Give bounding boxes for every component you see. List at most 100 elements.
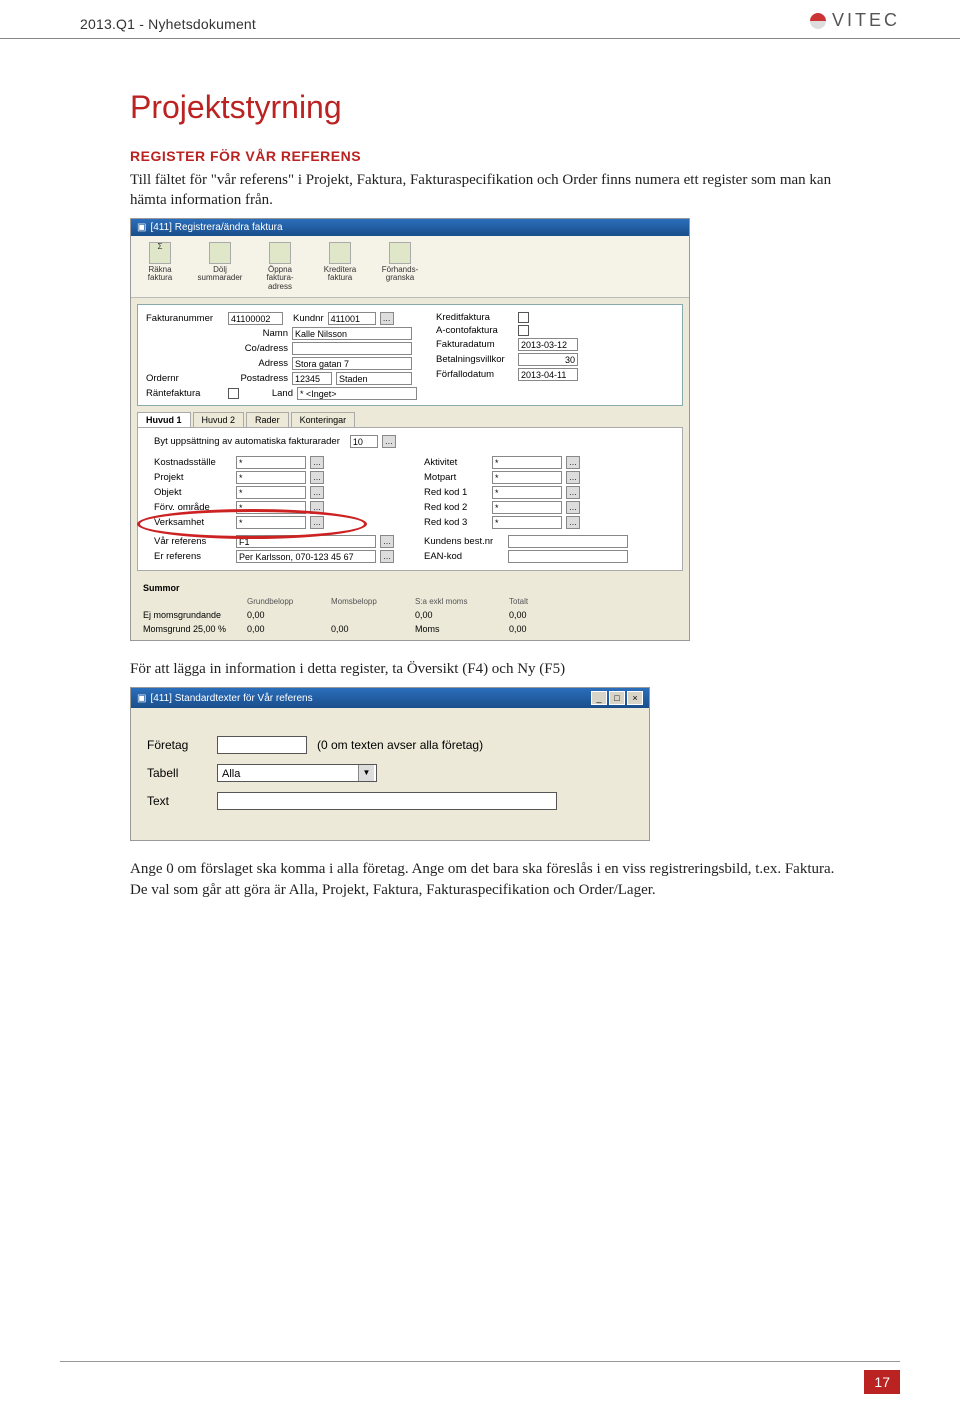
- sigma-icon: Σ: [149, 242, 171, 264]
- label-postadress: Postadress: [228, 373, 288, 384]
- hide-icon: [209, 242, 231, 264]
- label-moms: Moms: [415, 624, 505, 634]
- label-forv-omrade: Förv. område: [154, 502, 232, 513]
- label-projekt: Projekt: [154, 472, 232, 483]
- lookup-button[interactable]: …: [380, 535, 394, 548]
- page-number: 17: [864, 1370, 900, 1394]
- col-grundbelopp: Grundbelopp: [247, 597, 327, 606]
- var-referens-field[interactable]: F1: [236, 535, 376, 548]
- lookup-button[interactable]: …: [566, 501, 580, 514]
- lookup-button[interactable]: …: [310, 471, 324, 484]
- coadress-field[interactable]: [292, 342, 412, 355]
- adress-field[interactable]: Stora gatan 7: [292, 357, 412, 370]
- tab-huvud1[interactable]: Huvud 1: [137, 412, 191, 427]
- window-titlebar: ▣ [411] Standardtexter för Vår referens …: [131, 688, 649, 708]
- col-sa-exkl-moms: S:a exkl moms: [415, 597, 505, 606]
- label-namn: Namn: [228, 328, 288, 339]
- page-content: Projektstyrning REGISTER FÖR VÅR REFEREN…: [0, 39, 960, 928]
- fakturanummer-field[interactable]: 41100002: [228, 312, 283, 325]
- kreditfaktura-checkbox[interactable]: [518, 312, 529, 323]
- logo-icon: [810, 13, 826, 29]
- brand-logo: VITEC: [810, 10, 900, 31]
- land-field[interactable]: * <Inget>: [297, 387, 417, 400]
- subsection-heading: REGISTER FÖR VÅR REFERENS: [130, 148, 850, 164]
- tool-dolj-summarader[interactable]: Döljsummarader: [199, 242, 241, 291]
- open-icon: [269, 242, 291, 264]
- label-aktivitet: Aktivitet: [424, 457, 488, 468]
- screenshot-standardtexter-dialog: ▣ [411] Standardtexter för Vår referens …: [130, 687, 650, 841]
- postnr-field[interactable]: 12345: [292, 372, 332, 385]
- lookup-button[interactable]: …: [382, 435, 396, 448]
- close-button[interactable]: ×: [627, 691, 643, 705]
- lookup-button[interactable]: …: [566, 471, 580, 484]
- lookup-button[interactable]: …: [310, 516, 324, 529]
- label-tabell: Tabell: [147, 766, 207, 780]
- label-rantefaktura: Räntefaktura: [146, 388, 224, 399]
- label-er-referens: Er referens: [154, 551, 232, 562]
- summor-title: Summor: [143, 583, 679, 593]
- betalningsvillkor-field[interactable]: 30: [518, 353, 578, 366]
- tab-strip: Huvud 1 Huvud 2 Rader Konteringar: [137, 412, 683, 427]
- label-objekt: Objekt: [154, 487, 232, 498]
- col-totalt: Totalt: [509, 597, 569, 606]
- er-referens-field[interactable]: Per Karlsson, 070-123 45 67: [236, 550, 376, 563]
- screenshot-invoice-form: ▣ [411] Registrera/ändra faktura ΣRäknaf…: [130, 218, 690, 641]
- namn-field[interactable]: Kalle Nilsson: [292, 327, 412, 340]
- byt-uppsattning-field[interactable]: 10: [350, 435, 378, 448]
- tool-kreditera-faktura[interactable]: Krediterafaktura: [319, 242, 361, 291]
- tab-konteringar[interactable]: Konteringar: [291, 412, 356, 427]
- rantefaktura-checkbox[interactable]: [228, 388, 239, 399]
- minimize-button[interactable]: _: [591, 691, 607, 705]
- tool-rakna-faktura[interactable]: ΣRäknafaktura: [139, 242, 181, 291]
- label-land: Land: [263, 388, 293, 399]
- label-foretag: Företag: [147, 738, 207, 752]
- tool-oppna-fakturaadress[interactable]: Öppnafaktura-adress: [259, 242, 301, 291]
- row-ej-momsgrundande: Ej momsgrundande: [143, 610, 243, 620]
- kundens-bestnr-field[interactable]: [508, 535, 628, 548]
- acontofaktura-checkbox[interactable]: [518, 325, 529, 336]
- forfallodatum-field[interactable]: 2013-04-11: [518, 368, 578, 381]
- lookup-button[interactable]: …: [380, 550, 394, 563]
- logo-text: VITEC: [832, 10, 900, 31]
- page-header: 2013.Q1 - Nyhetsdokument VITEC: [0, 0, 960, 39]
- kundnr-field[interactable]: 411001: [328, 312, 376, 325]
- label-motpart: Motpart: [424, 472, 488, 483]
- label-coadress: Co/adress: [228, 343, 288, 354]
- lookup-button[interactable]: …: [310, 501, 324, 514]
- footer-rule: [60, 1361, 900, 1362]
- lookup-button[interactable]: …: [310, 486, 324, 499]
- lookup-button[interactable]: …: [310, 456, 324, 469]
- lookup-button[interactable]: …: [566, 516, 580, 529]
- tab-rader[interactable]: Rader: [246, 412, 289, 427]
- paragraph: För att lägga in information i detta reg…: [130, 659, 850, 679]
- document-title: 2013.Q1 - Nyhetsdokument: [80, 16, 256, 32]
- lookup-button[interactable]: …: [380, 312, 394, 325]
- preview-icon: [389, 242, 411, 264]
- toolbar: ΣRäknafaktura Döljsummarader Öppnafaktur…: [131, 236, 689, 298]
- label-var-referens: Vår referens: [154, 536, 232, 547]
- label-fakturadatum: Fakturadatum: [436, 339, 514, 350]
- label-verksamhet: Verksamhet: [154, 517, 232, 528]
- maximize-button[interactable]: □: [609, 691, 625, 705]
- label-kostnadsstalle: Kostnadsställe: [154, 457, 232, 468]
- ean-kod-field[interactable]: [508, 550, 628, 563]
- label-redkod3: Red kod 3: [424, 517, 488, 528]
- text-field[interactable]: [217, 792, 557, 810]
- fakturadatum-field[interactable]: 2013-03-12: [518, 338, 578, 351]
- label-kundnr: Kundnr: [293, 313, 324, 324]
- tabell-select[interactable]: Alla: [217, 764, 377, 782]
- label-acontofaktura: A-contofaktura: [436, 325, 514, 336]
- row-momsgrund: Momsgrund 25,00 %: [143, 624, 243, 634]
- ort-field[interactable]: Staden: [336, 372, 412, 385]
- label-ordernr: Ordernr: [146, 373, 224, 384]
- tab-huvud2[interactable]: Huvud 2: [193, 412, 245, 427]
- foretag-field[interactable]: [217, 736, 307, 754]
- section-heading: Projektstyrning: [130, 89, 850, 126]
- window-title: [411] Standardtexter för Vår referens: [150, 693, 312, 704]
- lookup-button[interactable]: …: [566, 456, 580, 469]
- lookup-button[interactable]: …: [566, 486, 580, 499]
- window-icon: ▣: [137, 693, 146, 704]
- summor-panel: Summor Grundbelopp Momsbelopp S:a exkl m…: [131, 577, 689, 640]
- tool-forhandsgranska[interactable]: Förhands-granska: [379, 242, 421, 291]
- hint-foretag: (0 om texten avser alla företag): [317, 738, 483, 752]
